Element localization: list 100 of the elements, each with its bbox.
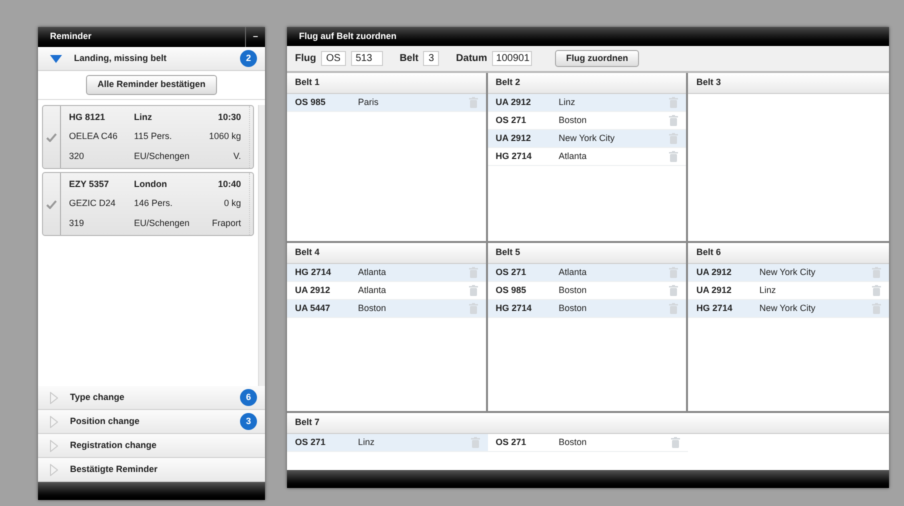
card-text: 10:40 — [218, 178, 241, 191]
flight-row[interactable]: OS 271 Boston — [488, 434, 688, 452]
card-text: V. — [233, 150, 241, 163]
card-text: 1060 kg — [208, 130, 241, 144]
flight-row[interactable]: UA 2912 Atlanta — [287, 282, 486, 300]
flight-city: New York City — [759, 302, 816, 315]
flight-city: Boston — [558, 284, 588, 297]
belt-header: Belt 4 — [287, 243, 486, 264]
confirm-all-button[interactable]: Alle Reminder bestätigen — [86, 75, 217, 95]
trash-icon[interactable] — [468, 285, 478, 296]
flight-row[interactable]: OS 271 Boston — [488, 112, 686, 130]
panel-title: Reminder — [49, 30, 93, 44]
trash-icon[interactable] — [468, 97, 478, 108]
check-icon[interactable] — [46, 132, 57, 142]
card-text: OELEA C46 — [69, 130, 119, 144]
section-header[interactable]: Type change 6 — [38, 386, 265, 410]
trash-icon[interactable] — [872, 303, 881, 314]
date-field[interactable]: 100901 — [492, 51, 532, 66]
section-label: Position change — [70, 414, 141, 428]
flight-row[interactable]: OS 985 Paris — [287, 94, 486, 112]
collapsed-triangle-icon — [50, 464, 58, 476]
belt-header: Belt 2 — [488, 73, 686, 94]
flight-number: UA 2912 — [696, 284, 733, 297]
trash-icon[interactable] — [669, 133, 678, 144]
flight-row[interactable]: UA 5447 Boston — [287, 300, 486, 318]
card-text: 146 Pers. — [134, 197, 174, 210]
field-label: Flug — [295, 52, 316, 66]
flight-row[interactable]: OS 985 Boston — [488, 282, 686, 300]
card-text: 0 kg — [224, 197, 241, 210]
reminder-card[interactable]: EZY 5357 London 10:40 GEZIC D24 146 Pers. 0 kg 319 EU/Schengen Fraport — [42, 172, 254, 236]
flight-number: HG 2714 — [496, 302, 533, 315]
panel-title: Flug auf Belt zuordnen — [287, 27, 889, 46]
section-header[interactable]: Registration change — [38, 434, 265, 458]
belt-header: Belt 3 — [688, 73, 889, 94]
scrollbar[interactable] — [258, 105, 265, 386]
flight-row[interactable]: HG 2714 Atlanta — [488, 148, 686, 166]
check-icon[interactable] — [46, 200, 57, 208]
airline-field[interactable]: OS — [321, 51, 346, 66]
card-text: EU/Schengen — [134, 216, 191, 230]
flight-city: Boston — [558, 436, 588, 449]
flight-row[interactable]: HG 2714 Atlanta — [287, 264, 486, 282]
trash-icon[interactable] — [468, 303, 478, 314]
trash-icon[interactable] — [669, 97, 678, 108]
number-field[interactable]: 513 — [350, 51, 383, 66]
flight-city: Boston — [558, 114, 588, 127]
trash-icon[interactable] — [669, 115, 678, 126]
flight-city: Atlanta — [358, 266, 388, 279]
belt-header: Belt 5 — [488, 243, 686, 264]
flight-row[interactable]: OS 271 Linz — [287, 434, 488, 452]
card-text: EZY 5357 — [69, 178, 110, 191]
flight-city: Atlanta — [358, 284, 388, 297]
flight-row[interactable]: UA 2912 Linz — [488, 94, 686, 112]
section-header[interactable]: Landing, missing belt 2 — [38, 47, 265, 71]
card-text: 319 — [69, 216, 86, 230]
belt-header: Belt 7 — [287, 413, 889, 434]
trash-icon[interactable] — [669, 285, 678, 296]
flight-number: OS 271 — [496, 266, 528, 279]
flight-row[interactable]: UA 2912 Linz — [688, 282, 889, 300]
belt-header: Belt 6 — [688, 243, 889, 264]
flight-row[interactable]: HG 2714 New York City — [688, 300, 889, 318]
belt-header: Belt 1 — [287, 73, 486, 94]
count-badge: 3 — [240, 413, 257, 430]
flight-number: UA 2912 — [696, 266, 733, 279]
reminder-card[interactable]: HG 8121 Linz 10:30 OELEA C46 115 Pers. 1060 kg 320 EU/Schengen V. — [42, 105, 254, 169]
trash-icon[interactable] — [669, 151, 678, 162]
flight-number: UA 2912 — [295, 284, 332, 297]
section-header[interactable]: Bestätigte Reminder — [38, 458, 265, 482]
card-text: GEZIC D24 — [69, 197, 117, 210]
section-label: Type change — [70, 390, 126, 404]
field-label: Belt — [400, 52, 418, 66]
flight-number: UA 2912 — [496, 132, 532, 145]
flight-row[interactable]: HG 2714 Boston — [488, 300, 686, 318]
card-text: 10:30 — [218, 110, 241, 124]
flight-row[interactable]: UA 2912 New York City — [688, 264, 889, 282]
flight-number: UA 5447 — [295, 302, 332, 315]
assign-flight-button[interactable]: Flug zuordnen — [555, 50, 640, 67]
trash-icon[interactable] — [872, 285, 881, 296]
section-header[interactable]: Position change 3 — [38, 410, 265, 434]
card-text: Fraport — [212, 216, 241, 230]
flight-number: UA 2912 — [496, 96, 532, 109]
flight-row[interactable]: UA 2912 New York City — [488, 130, 686, 148]
trash-icon[interactable] — [669, 267, 678, 278]
belt-field[interactable]: 3 — [423, 51, 440, 66]
flight-number: OS 985 — [496, 284, 528, 297]
card-text: 320 — [69, 150, 86, 163]
flight-row[interactable]: OS 271 Atlanta — [488, 264, 686, 282]
collapsed-triangle-icon — [50, 416, 58, 428]
card-text: 115 Pers. — [134, 130, 173, 144]
trash-icon[interactable] — [470, 437, 480, 448]
flight-city: Linz — [358, 436, 376, 449]
section-label: Landing, missing belt — [74, 52, 168, 65]
trash-icon[interactable] — [872, 267, 881, 278]
trash-icon[interactable] — [468, 267, 478, 278]
trash-icon[interactable] — [669, 303, 678, 314]
trash-icon[interactable] — [671, 437, 680, 448]
flight-number: HG 2714 — [295, 266, 332, 279]
section-label: Registration change — [70, 438, 158, 452]
collapsed-triangle-icon — [50, 440, 58, 452]
card-text: HG 8121 — [69, 110, 106, 124]
flight-city: Boston — [358, 302, 388, 315]
